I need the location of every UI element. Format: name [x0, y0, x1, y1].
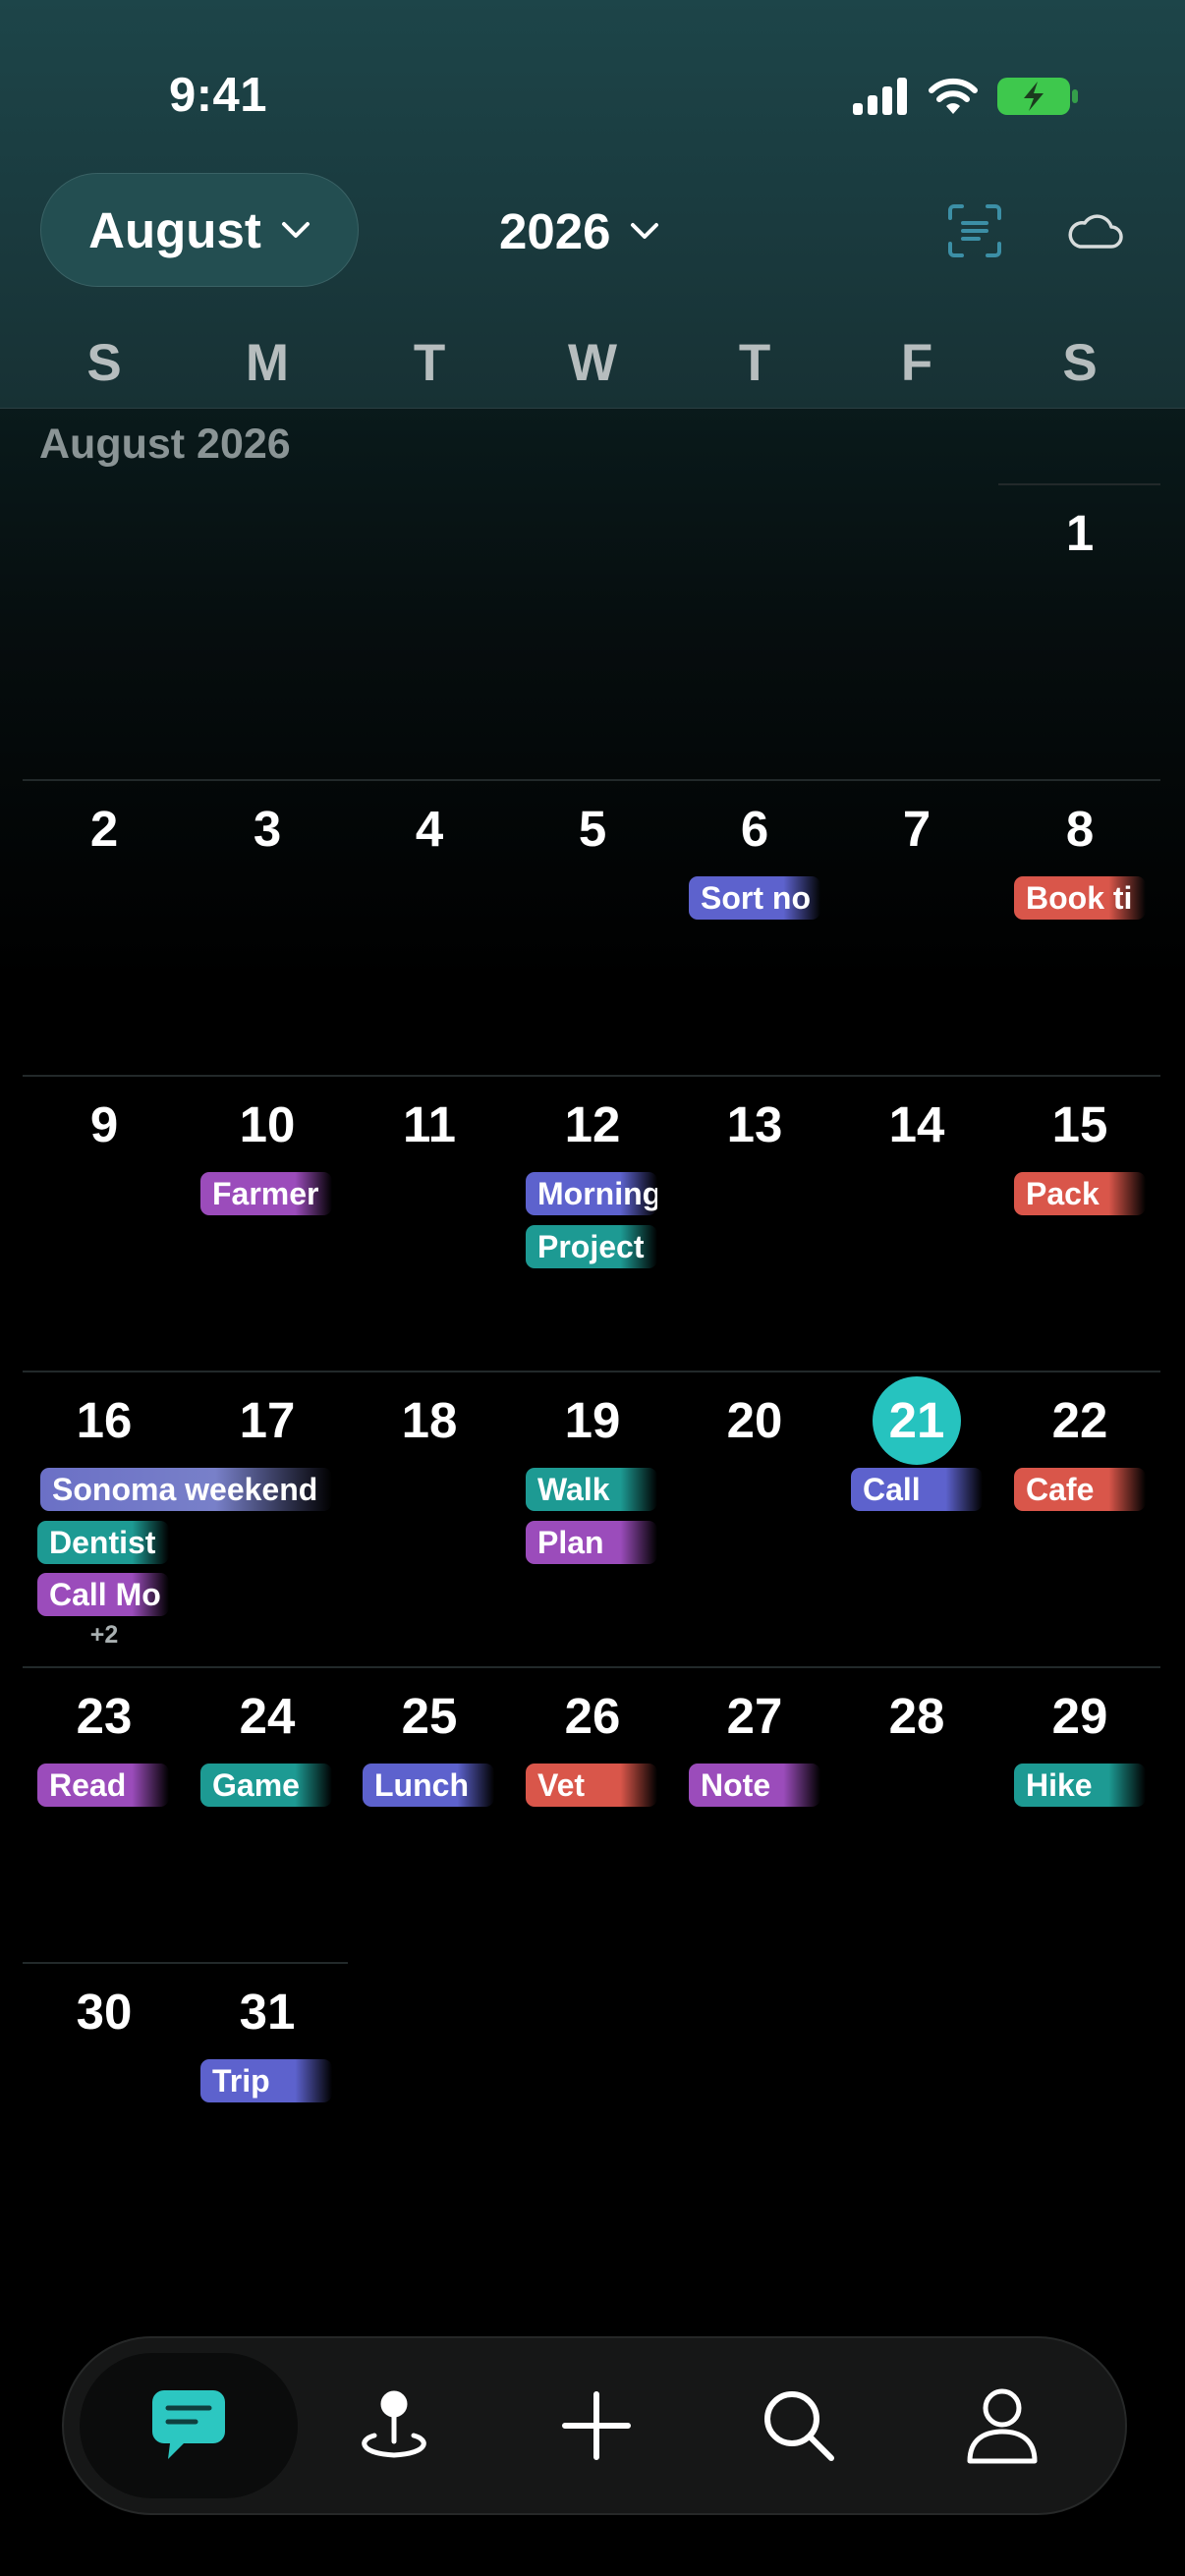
day-cell-15[interactable]: 15 — [1021, 1095, 1139, 1154]
location-pin-icon — [362, 2390, 426, 2458]
week-divider — [23, 1666, 1160, 1668]
day-cell-4[interactable]: 4 — [370, 800, 488, 859]
day-cell-12[interactable]: 12 — [534, 1095, 651, 1154]
event-chip[interactable]: Call — [851, 1468, 983, 1511]
day-cell-27[interactable]: 27 — [696, 1687, 814, 1746]
weekday-sun: S — [86, 334, 122, 392]
bottom-tab-bar — [62, 2336, 1127, 2515]
scan-text-icon[interactable] — [940, 196, 1009, 265]
day-cell-9[interactable]: 9 — [45, 1095, 163, 1154]
day-cell-26[interactable]: 26 — [534, 1687, 651, 1746]
day-cell-14[interactable]: 14 — [858, 1095, 976, 1154]
tab-search[interactable] — [720, 2338, 877, 2513]
cloud-icon[interactable] — [1060, 196, 1129, 265]
chevron-down-icon — [631, 223, 659, 239]
chevron-down-icon — [281, 222, 310, 238]
day-cell-13[interactable]: 13 — [696, 1095, 814, 1154]
more-events-count[interactable]: +2 — [90, 1621, 119, 1650]
day-cell-18[interactable]: 18 — [370, 1391, 488, 1450]
day-cell-17[interactable]: 17 — [208, 1391, 326, 1450]
day-cell-31[interactable]: 31 — [208, 1983, 326, 2042]
tab-places[interactable] — [315, 2338, 473, 2513]
day-cell-25[interactable]: 25 — [370, 1687, 488, 1746]
weekday-sat: S — [1062, 334, 1098, 392]
day-cell-1[interactable]: 1 — [1021, 504, 1139, 563]
year-picker-button[interactable]: 2026 — [499, 177, 659, 285]
event-chip[interactable]: Farmer — [200, 1172, 332, 1215]
week-divider — [23, 779, 1160, 781]
weekday-wed: W — [567, 334, 618, 392]
profile-icon — [967, 2388, 1038, 2464]
week-divider — [23, 1962, 348, 1964]
chat-icon — [152, 2390, 225, 2459]
day-cell-11[interactable]: 11 — [370, 1095, 488, 1154]
signal-icon — [853, 78, 907, 115]
event-chip[interactable]: Dentist — [37, 1521, 169, 1564]
month-picker-button[interactable]: August — [40, 173, 359, 287]
event-chip[interactable]: Walk — [526, 1468, 657, 1511]
weekday-mon: M — [245, 334, 290, 392]
year-picker-label: 2026 — [499, 202, 611, 259]
day-cell-3[interactable]: 3 — [208, 800, 326, 859]
status-time: 9:41 — [168, 69, 268, 122]
day-cell-10[interactable]: 10 — [208, 1095, 326, 1154]
event-chip[interactable]: Trip — [200, 2059, 332, 2102]
day-cell-22[interactable]: 22 — [1021, 1391, 1139, 1450]
event-chip[interactable]: Plan — [526, 1521, 657, 1564]
calendar-screen: 9:41 August 2026 S M T W T F S August 20… — [0, 0, 1185, 2576]
week-divider — [23, 1075, 1160, 1077]
month-title: August 2026 — [39, 420, 291, 468]
week-divider — [23, 1371, 1160, 1372]
weekday-header-row: S M T W T F S — [0, 324, 1185, 403]
day-cell-23[interactable]: 23 — [45, 1687, 163, 1746]
day-cell-19[interactable]: 19 — [534, 1391, 651, 1450]
tab-add[interactable] — [518, 2338, 675, 2513]
event-chip[interactable]: Call Mo — [37, 1573, 169, 1616]
day-cell-7[interactable]: 7 — [858, 800, 976, 859]
day-cell-29[interactable]: 29 — [1021, 1687, 1139, 1746]
plus-icon — [562, 2391, 631, 2460]
search-icon — [764, 2391, 834, 2461]
weekday-thu: T — [738, 334, 771, 392]
day-cell-5[interactable]: 5 — [534, 800, 651, 859]
day-cell-8[interactable]: 8 — [1021, 800, 1139, 859]
event-chip[interactable]: Sort no — [689, 876, 820, 920]
day-cell-20[interactable]: 20 — [696, 1391, 814, 1450]
event-chip[interactable]: Vet — [526, 1764, 657, 1807]
month-picker-label: August — [88, 201, 261, 258]
event-chip[interactable]: Lunch — [363, 1764, 494, 1807]
battery-charging-icon — [997, 78, 1078, 115]
event-chip[interactable]: Note — [689, 1764, 820, 1807]
header: 9:41 August 2026 S M T W T F S — [0, 0, 1185, 409]
weekday-tue: T — [413, 334, 446, 392]
event-chip[interactable]: Project — [526, 1225, 657, 1268]
event-chip[interactable]: Pack — [1014, 1172, 1146, 1215]
event-chip[interactable]: Morning — [526, 1172, 657, 1215]
event-chip[interactable]: Game — [200, 1764, 332, 1807]
status-icons — [851, 77, 1079, 116]
tab-chat[interactable] — [110, 2338, 267, 2513]
day-cell-30[interactable]: 30 — [45, 1983, 163, 2042]
day-cell-21-today[interactable]: 21 — [858, 1391, 976, 1450]
event-chip[interactable]: Hike — [1014, 1764, 1146, 1807]
day-cell-24[interactable]: 24 — [208, 1687, 326, 1746]
event-chip[interactable]: Book ti — [1014, 876, 1146, 920]
day-cell-6[interactable]: 6 — [696, 800, 814, 859]
week-divider — [998, 483, 1160, 485]
day-cell-16[interactable]: 16 — [45, 1391, 163, 1450]
day-cell-28[interactable]: 28 — [858, 1687, 976, 1746]
event-chip[interactable]: Read — [37, 1764, 169, 1807]
event-chip-multiday[interactable]: Sonoma weekend — [40, 1468, 332, 1511]
weekday-fri: F — [900, 334, 933, 392]
day-cell-2[interactable]: 2 — [45, 800, 163, 859]
tab-profile[interactable] — [924, 2338, 1081, 2513]
event-chip[interactable]: Cafe — [1014, 1468, 1146, 1511]
wifi-icon — [929, 78, 978, 114]
